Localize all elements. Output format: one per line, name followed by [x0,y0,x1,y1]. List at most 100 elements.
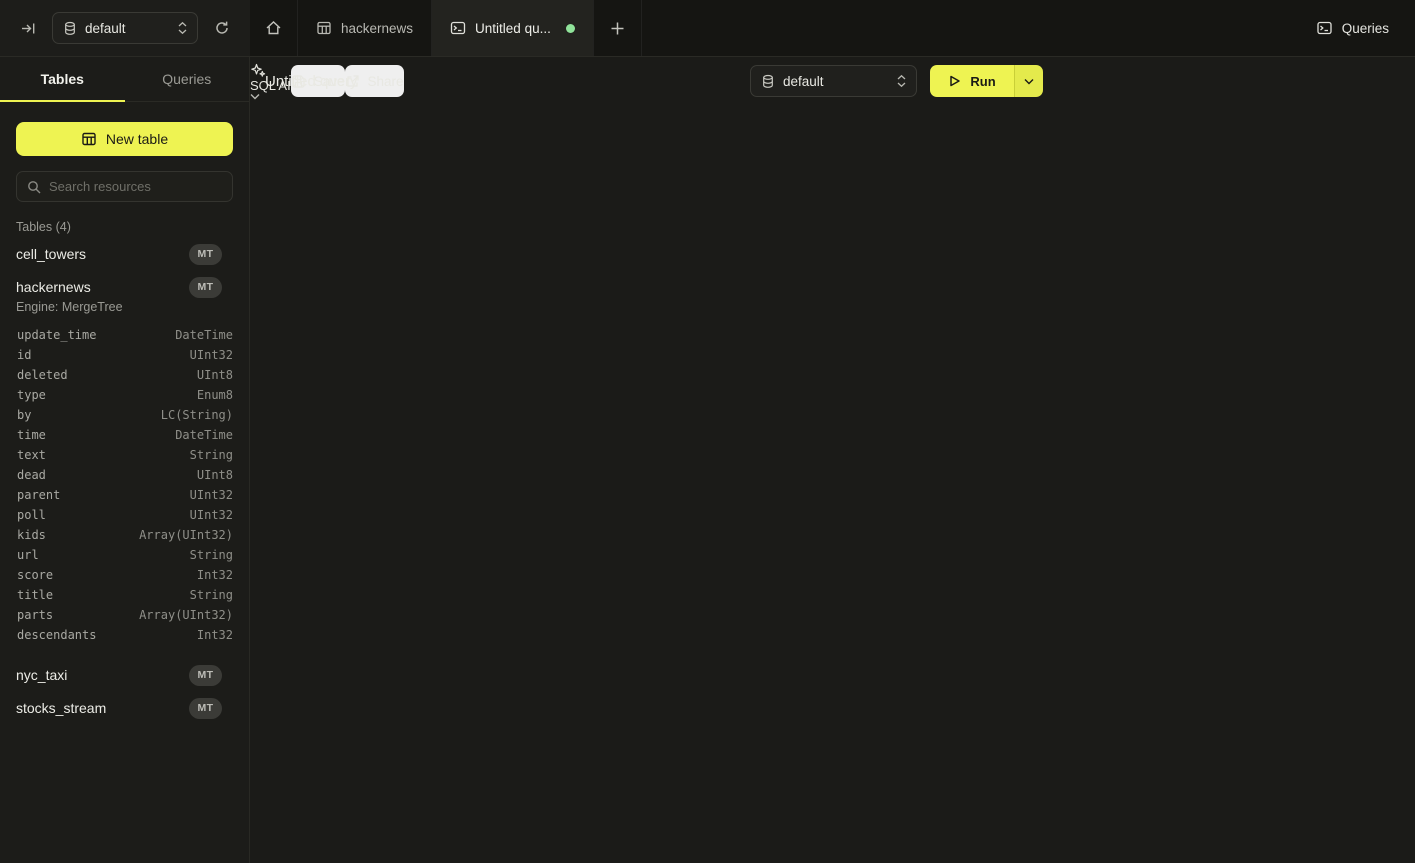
column-type: String [190,588,233,602]
mergetree-badge: MT [189,665,222,686]
queries-link[interactable]: Queries [1290,0,1415,56]
resource-search-input[interactable] [49,179,222,194]
new-table-label: New table [106,131,168,147]
queries-icon [1316,20,1333,36]
database-icon [63,21,77,36]
schema-row: type Enum8 [0,385,250,405]
refresh-icon[interactable] [208,14,236,42]
run-options-button[interactable] [1014,65,1043,97]
tables-section-label: Tables (4) [16,220,71,234]
column-type: UInt8 [197,468,233,482]
schema-row: descendants Int32 [0,625,250,645]
search-icon [27,180,41,194]
play-icon [948,74,961,88]
query-database-value: default [783,74,889,89]
hackernews-schema: update_time DateTime id UInt32 deleted U… [0,325,250,645]
sidebar-table-cell-towers[interactable]: cell_towers MT [0,240,250,268]
sidebar-header: default [0,0,250,56]
table-name: hackernews [16,279,189,295]
column-type: UInt32 [190,488,233,502]
schema-row: deleted UInt8 [0,365,250,385]
app-window: default hackernews Untitled qu... [0,0,1415,863]
column-name: url [17,548,39,562]
schema-row: text String [0,445,250,465]
mergetree-badge: MT [189,698,222,719]
table-icon [316,20,332,36]
column-name: title [17,588,53,602]
schema-row: url String [0,545,250,565]
column-type: UInt8 [197,368,233,382]
sidebar-table-stocks-stream[interactable]: stocks_stream MT [0,694,250,722]
collapse-sidebar-icon[interactable] [14,14,42,42]
resource-search[interactable] [16,171,233,202]
column-type: DateTime [175,428,233,442]
column-type: Int32 [197,568,233,582]
column-name: dead [17,468,46,482]
schema-row: update_time DateTime [0,325,250,345]
share-label: Share [368,74,404,89]
new-tab-button[interactable] [594,0,642,56]
tab-home[interactable] [250,0,298,56]
schema-row: kids Array(UInt32) [0,525,250,545]
unsaved-dot [566,24,575,33]
sidebar-tab-queries[interactable]: Queries [125,57,250,101]
run-button-group: Run [930,65,1043,97]
schema-row: parts Array(UInt32) [0,605,250,625]
tab-untitled-query[interactable]: Untitled qu... [432,0,594,56]
column-name: type [17,388,46,402]
sidebar-table-nyc-taxi[interactable]: nyc_taxi MT [0,661,250,689]
column-type: LC(String) [161,408,233,422]
engine-label: Engine: MergeTree [16,300,123,314]
unfold-icon [178,21,187,35]
sidebar-tab-tables[interactable]: Tables [0,57,125,101]
column-name: time [17,428,46,442]
schema-row: by LC(String) [0,405,250,425]
schema-row: poll UInt32 [0,505,250,525]
sidebar-tabs: Tables Queries [0,57,249,102]
mergetree-badge: MT [189,277,222,298]
column-type: Int32 [197,628,233,642]
column-name: deleted [17,368,68,382]
database-selector-value: default [85,21,170,36]
column-name: score [17,568,53,582]
table-name: nyc_taxi [16,667,189,683]
run-button[interactable]: Run [930,65,1014,97]
column-type: String [190,448,233,462]
schema-row: time DateTime [0,425,250,445]
column-type: Array(UInt32) [139,608,233,622]
query-title: Untitled query [265,73,358,90]
table-name: cell_towers [16,246,189,262]
schema-row: parent UInt32 [0,485,250,505]
column-type: Array(UInt32) [139,528,233,542]
home-icon [265,20,282,36]
run-label: Run [970,74,995,89]
sidebar: Tables Queries New table Tables (4) cell… [0,57,250,863]
table-name: stocks_stream [16,700,189,716]
column-type: UInt32 [190,348,233,362]
query-header: Untitled query default Run SQL AI [250,57,1415,105]
new-table-button[interactable]: New table [16,122,233,156]
database-selector[interactable]: default [52,12,198,44]
column-name: update_time [17,328,96,342]
database-icon [761,74,775,89]
tab-label: hackernews [341,21,413,36]
schema-row: title String [0,585,250,605]
tab-hackernews[interactable]: hackernews [298,0,432,56]
schema-row: dead UInt8 [0,465,250,485]
column-name: parts [17,608,53,622]
terminal-icon [450,20,466,36]
query-database-selector[interactable]: default [750,65,917,97]
unfold-icon [897,74,906,88]
tab-label: Untitled qu... [475,21,551,36]
top-bar: default hackernews Untitled qu... [0,0,1415,57]
column-type: Enum8 [197,388,233,402]
sql-ai-options-button[interactable] [250,93,291,100]
mergetree-badge: MT [189,244,222,265]
column-name: descendants [17,628,96,642]
queries-label: Queries [1342,21,1389,36]
sidebar-table-hackernews[interactable]: hackernews MT [0,273,250,301]
column-name: parent [17,488,60,502]
column-name: text [17,448,46,462]
column-name: poll [17,508,46,522]
table-icon [81,131,97,147]
